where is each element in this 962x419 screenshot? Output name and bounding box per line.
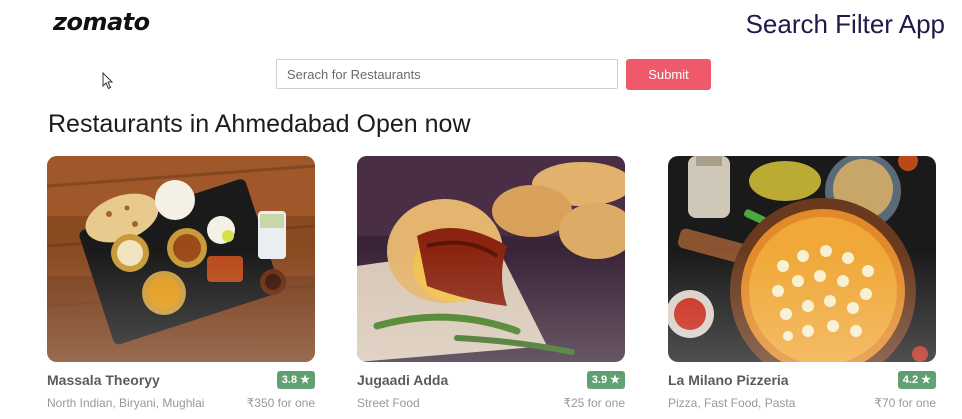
mouse-cursor-icon <box>102 72 114 90</box>
restaurant-name[interactable]: Jugaadi Adda <box>357 372 448 388</box>
search-input[interactable] <box>276 59 618 89</box>
rating-badge: 3.8 ★ <box>276 371 315 389</box>
restaurant-card[interactable]: Jugaadi Adda 3.9 ★ Street Food ₹25 for o… <box>357 156 625 410</box>
app-title: Search Filter App <box>745 9 945 39</box>
restaurant-photo-vada-pav[interactable] <box>357 156 625 362</box>
section-title: Restaurants in Ahmedabad Open now <box>48 110 471 138</box>
restaurant-cuisine: North Indian, Biryani, Mughlai <box>47 396 205 410</box>
restaurant-price: ₹25 for one <box>563 396 625 410</box>
rating-badge: 3.9 ★ <box>586 371 625 389</box>
restaurant-cuisine: Pizza, Fast Food, Pasta <box>668 396 796 410</box>
restaurant-photo-pizza[interactable] <box>668 156 936 362</box>
restaurant-name[interactable]: La Milano Pizzeria <box>668 372 789 388</box>
rating-badge: 4.2 ★ <box>897 371 936 389</box>
restaurant-card[interactable]: Massala Theoryy 3.8 ★ North Indian, Biry… <box>47 156 315 410</box>
restaurant-photo-thali[interactable] <box>47 156 315 362</box>
restaurant-price: ₹350 for one <box>246 396 315 410</box>
restaurant-cuisine: Street Food <box>357 396 420 410</box>
submit-button[interactable]: Submit <box>626 59 711 90</box>
restaurant-card[interactable]: La Milano Pizzeria 4.2 ★ Pizza, Fast Foo… <box>668 156 936 410</box>
zomato-logo[interactable]: zomato <box>53 8 150 36</box>
restaurant-name[interactable]: Massala Theoryy <box>47 372 160 388</box>
restaurant-price: ₹70 for one <box>874 396 936 410</box>
